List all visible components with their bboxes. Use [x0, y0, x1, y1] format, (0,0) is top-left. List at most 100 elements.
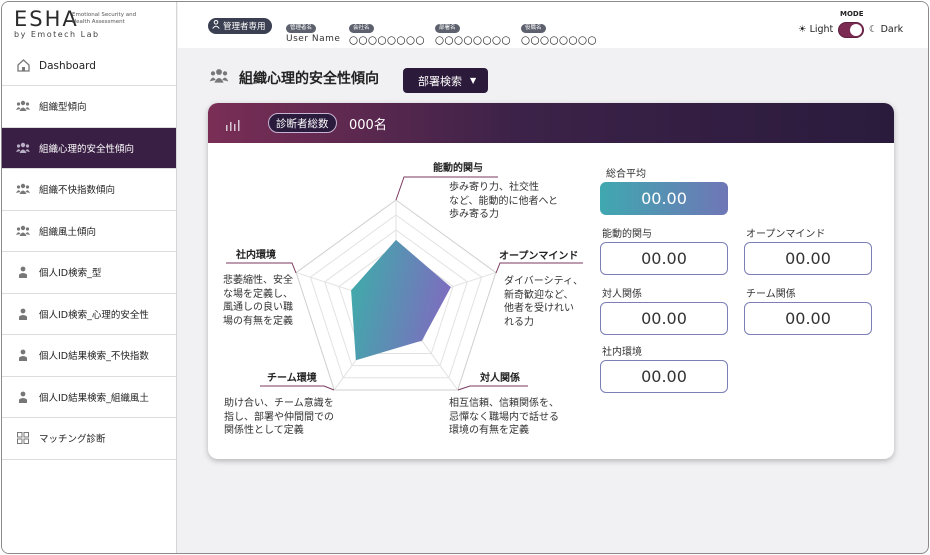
- sidebar-item-label: 個人ID検索_型: [39, 268, 102, 280]
- person-icon: [16, 348, 30, 362]
- info-value: 〇〇〇〇〇〇〇〇: [435, 37, 512, 47]
- axis-desc-team-environment: 助け合い、チーム意識を 指し、部署や仲間間での 関係性として定義: [224, 398, 334, 436]
- info-label: 管理者名: [286, 24, 317, 33]
- axis-title-open-mind: オープンマインド: [499, 251, 579, 262]
- score-label-team: チーム関係: [746, 289, 796, 300]
- sidebar-item-personal-discomfort[interactable]: 個人ID結果検索_不快指数: [2, 335, 176, 377]
- axis-desc-interpersonal: 相互信頼、信頼関係を、 忌憚なく職場内で話せる 環境の有無を定義: [449, 398, 559, 436]
- sidebar-item-org-psych-safety[interactable]: 組織心理的安全性傾向: [2, 127, 176, 169]
- sidebar-item-org-culture[interactable]: 組織風土傾向: [2, 211, 176, 252]
- total-respondents-badge: 診断者総数: [268, 113, 337, 133]
- info-label: 会社名: [349, 24, 374, 33]
- page-title: 組織心理的安全性傾向: [239, 71, 379, 87]
- person-icon: [16, 307, 30, 321]
- sidebar-item-personal-culture[interactable]: 個人ID結果検索_組織風土: [2, 377, 176, 418]
- sidebar-item-personal-psych-safety[interactable]: 個人ID検索_心理的安全性: [2, 294, 176, 335]
- axis-desc-company-environment: 悲萎縮性、安全 な場を定義し、 風通しの良い職 場の有無を定義: [223, 275, 293, 327]
- sidebar-item-org-discomfort[interactable]: 組織不快指数傾向: [2, 169, 176, 211]
- department-search-label: 部署検索: [418, 74, 462, 88]
- dark-label: Dark: [880, 24, 904, 35]
- grid-icon: [16, 431, 30, 445]
- total-respondents-count: 000名: [349, 118, 387, 133]
- mode-switcher: MODE ☀ Light ☾ Dark: [788, 10, 908, 42]
- radar-data-area: [351, 239, 451, 361]
- leader-line: [260, 385, 335, 391]
- leader-line: [226, 262, 297, 274]
- axis-desc-active-engagement: 歩み寄り力、社交性 など、能動的に他者へと 歩み寄る力: [449, 182, 558, 220]
- company-info: 会社名 〇〇〇〇〇〇〇〇: [349, 14, 425, 47]
- light-mode-option[interactable]: ☀ Light: [798, 24, 833, 35]
- score-label-active: 能動的関与: [602, 229, 652, 240]
- score-label-total: 総合平均: [606, 169, 646, 180]
- info-value: 〇〇〇〇〇〇〇〇: [349, 37, 426, 47]
- axis-title-company-environment: 社内環境: [236, 250, 276, 261]
- logo-description: Emotional Security and Health Assessment: [72, 12, 137, 25]
- dark-mode-option[interactable]: ☾ Dark: [869, 24, 903, 35]
- leader-line: [457, 385, 528, 391]
- admin-badge: 管理者専用: [208, 18, 272, 34]
- department-search-button[interactable]: 部署検索 ▼: [403, 68, 488, 93]
- axis-title-interpersonal: 対人関係: [480, 373, 520, 384]
- position-info: 役職名 〇〇〇〇〇〇〇〇: [521, 14, 597, 47]
- group-icon: [209, 68, 229, 88]
- group-icon: [16, 99, 30, 113]
- sidebar-item-personal-type[interactable]: 個人ID検索_型: [2, 252, 176, 294]
- psych-safety-card: 診断者総数 000名 能動的関与 歩み寄り力、社交性 など、能動的に他者へと 歩…: [208, 103, 894, 459]
- person-icon: [16, 390, 30, 404]
- score-label-company: 社内環境: [602, 347, 642, 358]
- axis-title-team-environment: チーム環境: [267, 373, 317, 384]
- page-header: 組織心理的安全性傾向: [209, 68, 379, 88]
- top-bar: 管理者専用 管理者名 User Name 会社名 〇〇〇〇〇〇〇〇 部署名 〇〇…: [178, 2, 928, 48]
- sidebar-item-label: 個人ID検索_心理的安全性: [39, 309, 149, 321]
- moon-icon: ☾: [869, 24, 878, 35]
- admin-badge-label: 管理者専用: [223, 22, 266, 32]
- score-label-interpersonal: 対人関係: [602, 289, 642, 300]
- admin-name-info: 管理者名 User Name: [286, 14, 340, 44]
- score-company-environment: 00.00: [600, 360, 728, 393]
- score-team-relations: 00.00: [744, 302, 872, 335]
- info-value: User Name: [286, 34, 341, 44]
- mode-label: MODE: [840, 10, 864, 18]
- logo: ESHA by Emotech Lab Emotional Security a…: [2, 2, 176, 46]
- info-label: 部署名: [435, 24, 460, 33]
- light-label: Light: [809, 24, 834, 35]
- axis-title-active-engagement: 能動的関与: [433, 163, 483, 174]
- sidebar-item-label: Dashboard: [39, 59, 96, 72]
- sidebar: ESHA by Emotech Lab Emotional Security a…: [2, 2, 177, 553]
- app-window: ESHA by Emotech Lab Emotional Security a…: [1, 1, 929, 554]
- info-value: 〇〇〇〇〇〇〇〇: [521, 37, 598, 47]
- score-interpersonal: 00.00: [600, 302, 728, 335]
- score-open-mind: 00.00: [744, 242, 872, 275]
- toggle-knob: [850, 24, 862, 36]
- home-icon: [16, 59, 30, 73]
- sidebar-item-label: 個人ID結果検索_組織風土: [39, 392, 149, 404]
- person-icon: [16, 265, 30, 279]
- axis-desc-open-mind: ダイバーシティ、 新奇歓迎など、 他者を受けれい れる力: [504, 276, 583, 328]
- sidebar-item-label: 組織心理的安全性傾向: [39, 143, 135, 155]
- score-label-open: オープンマインド: [746, 229, 826, 240]
- score-active-engagement: 00.00: [600, 242, 728, 275]
- sidebar-nav: Dashboard 組織型傾向 組織心理的安全性傾向 組織不快指数傾向 組織風土…: [2, 46, 176, 460]
- department-info: 部署名 〇〇〇〇〇〇〇〇: [435, 14, 511, 47]
- score-total-average: 00.00: [600, 182, 728, 215]
- user-icon: [212, 20, 220, 32]
- sidebar-item-label: 組織風土傾向: [39, 226, 97, 238]
- bar-chart-icon: [226, 119, 240, 134]
- card-header: 診断者総数 000名: [208, 103, 894, 143]
- group-icon: [16, 224, 30, 238]
- sidebar-item-label: 組織型傾向: [39, 102, 87, 114]
- leader-line: [495, 262, 583, 274]
- group-icon: [16, 182, 30, 196]
- sidebar-item-label: 組織不快指数傾向: [39, 185, 116, 197]
- sidebar-item-matching[interactable]: マッチング診断: [2, 418, 176, 460]
- logo-subtext: by Emotech Lab: [14, 30, 100, 39]
- group-icon: [16, 141, 30, 155]
- sun-icon: ☀: [798, 24, 807, 35]
- sidebar-item-label: 個人ID結果検索_不快指数: [39, 351, 149, 363]
- sidebar-item-label: マッチング診断: [39, 434, 106, 446]
- sidebar-item-org-type[interactable]: 組織型傾向: [2, 86, 176, 128]
- info-label: 役職名: [521, 24, 546, 33]
- mode-toggle[interactable]: [838, 22, 864, 38]
- sidebar-item-dashboard[interactable]: Dashboard: [2, 46, 176, 86]
- caret-down-icon: ▼: [470, 76, 477, 85]
